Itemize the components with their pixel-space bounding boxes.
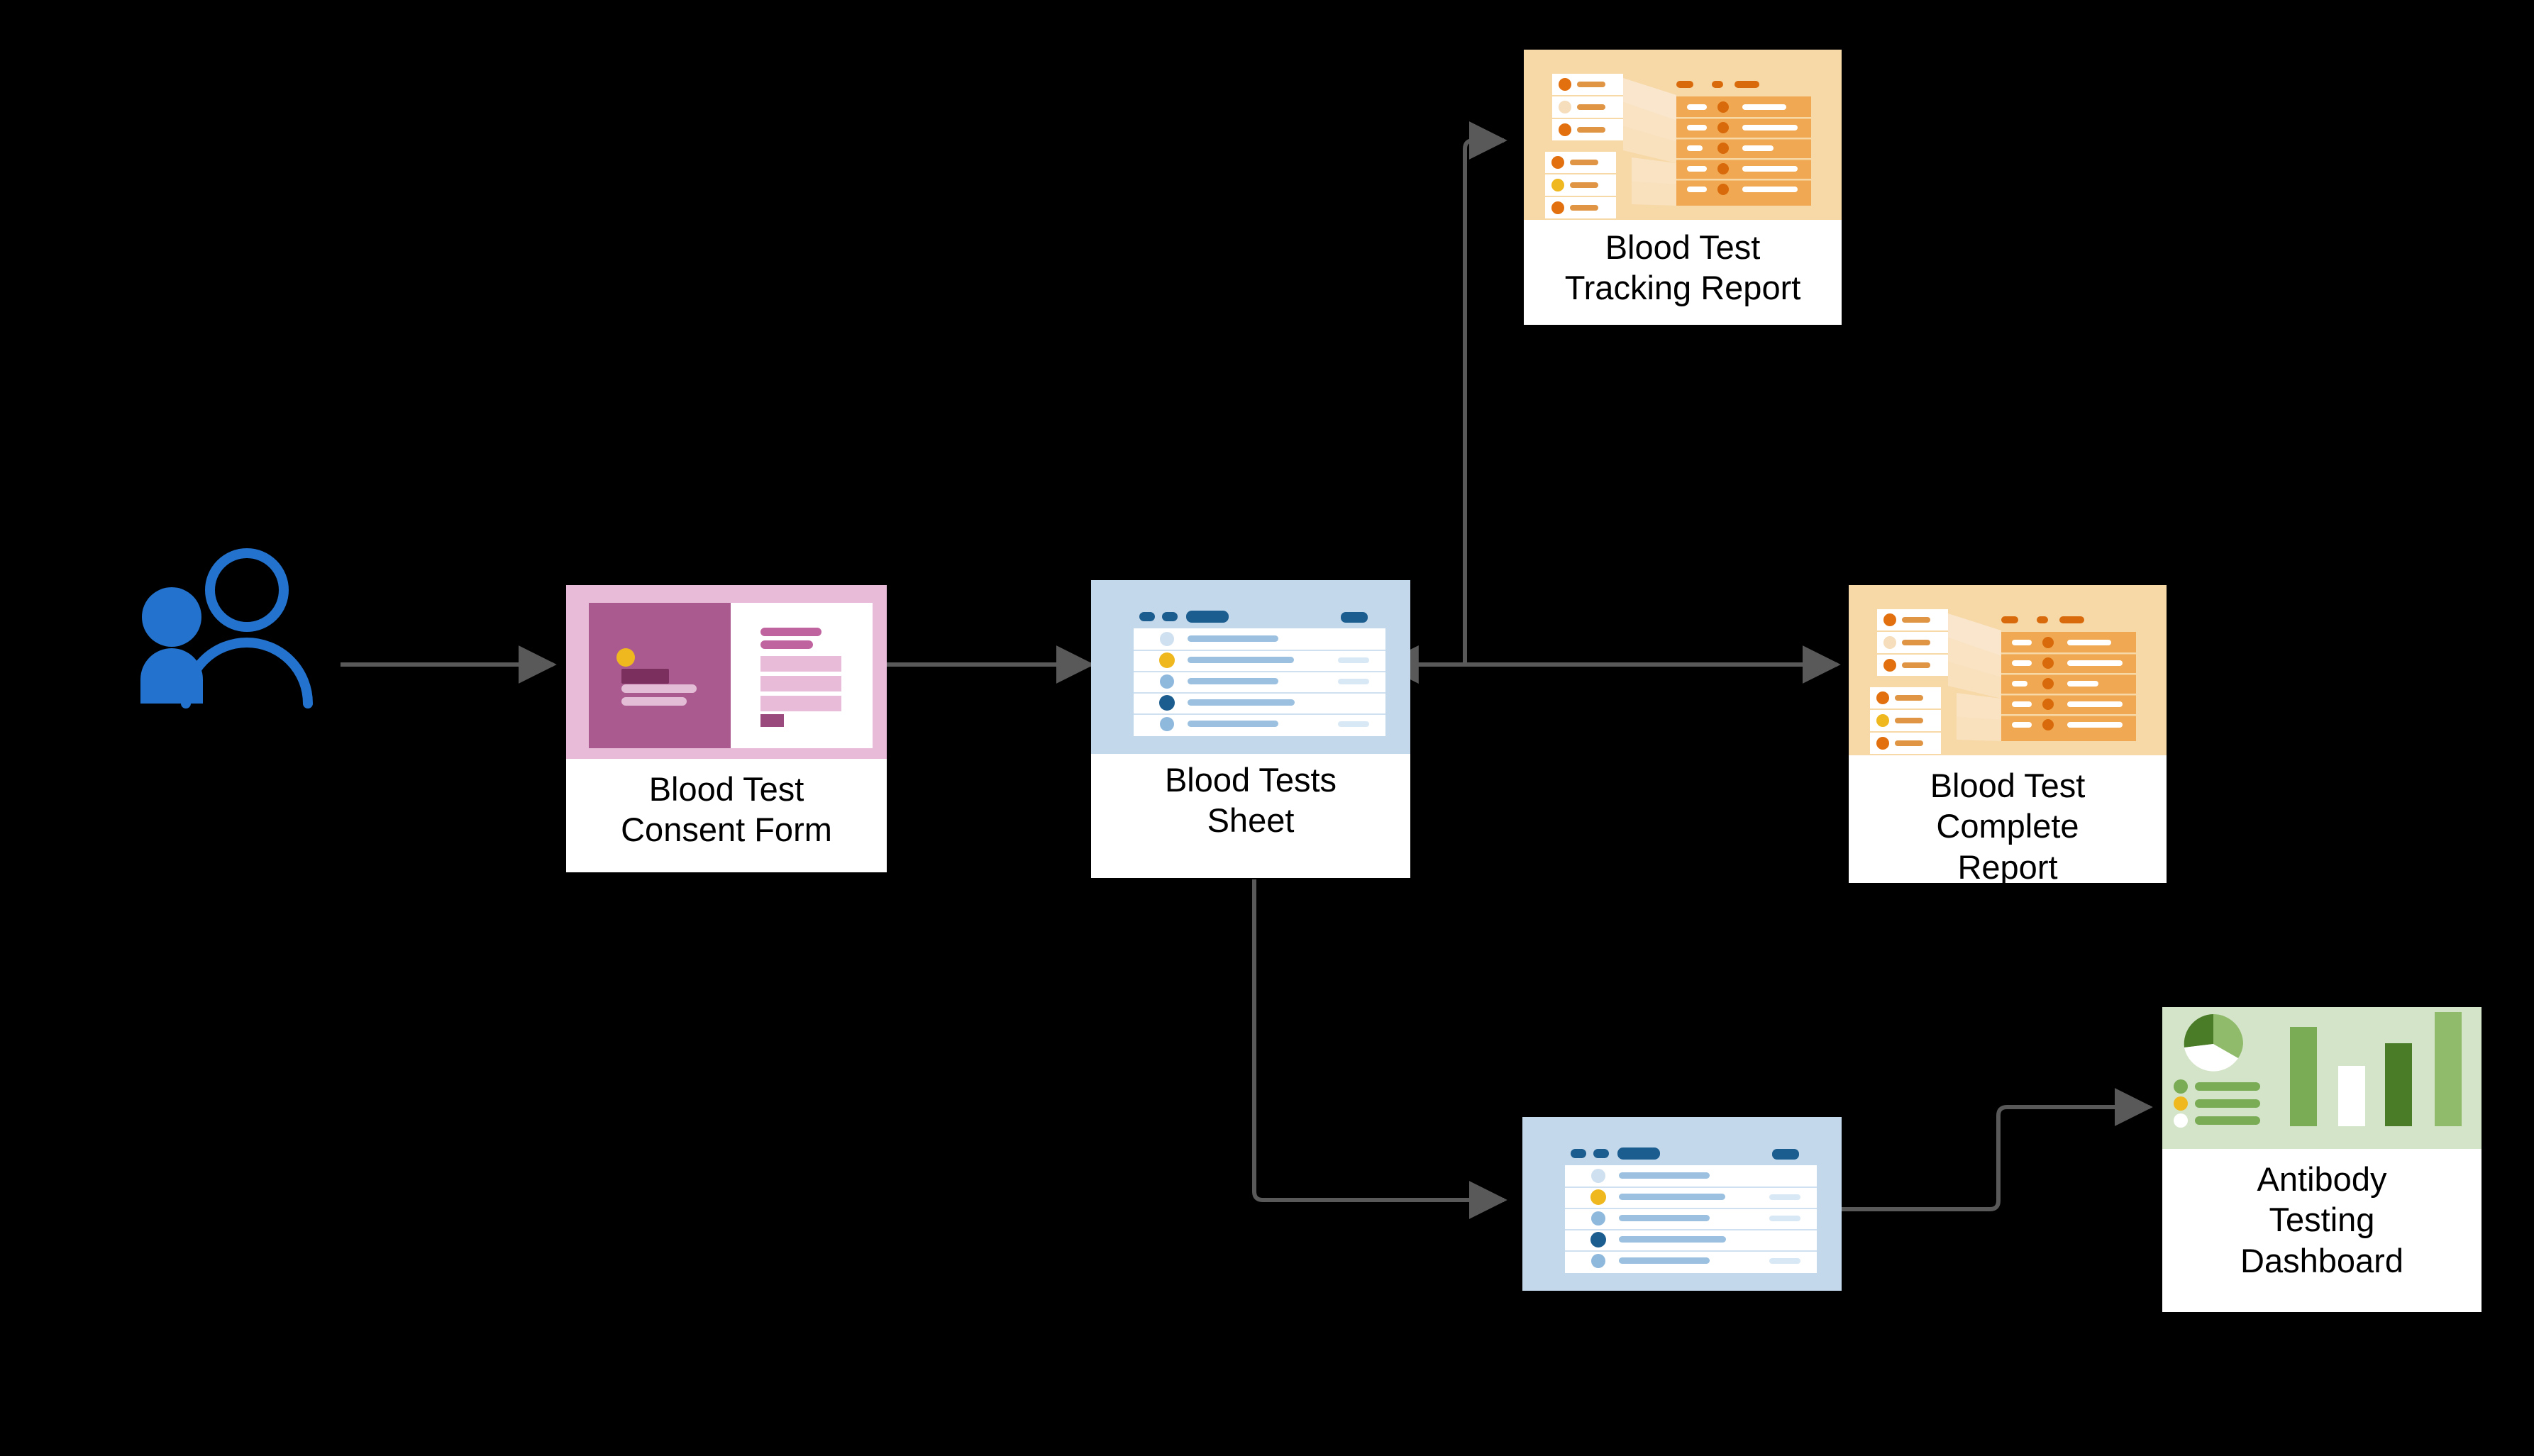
- actor-patient: [128, 546, 341, 723]
- node-complete-report[interactable]: Blood Test Complete Report: [1849, 585, 2167, 883]
- node-tracking-report-label: Blood Test Tracking Report: [1524, 220, 1842, 325]
- diagram-canvas: Blood Test Consent Form Blood Tests Shee…: [0, 0, 2534, 1456]
- node-blood-tests-sheet[interactable]: Blood Tests Sheet: [1091, 580, 1410, 878]
- node-results-sheet[interactable]: [1522, 1117, 1842, 1291]
- node-consent-form[interactable]: Blood Test Consent Form: [566, 585, 887, 883]
- consent-form-document-icon: [566, 585, 887, 759]
- node-blood-tests-sheet-label: Blood Tests Sheet: [1091, 754, 1410, 878]
- blood-tests-sheet-table-icon: [1091, 580, 1410, 754]
- complete-report-icon: [1849, 585, 2167, 755]
- node-tracking-report[interactable]: Blood Test Tracking Report: [1524, 50, 1842, 340]
- node-antibody-dashboard-label: Antibody Testing Dashboard: [2162, 1149, 2482, 1312]
- results-sheet-table-icon: [1522, 1117, 1842, 1291]
- node-antibody-dashboard[interactable]: Antibody Testing Dashboard: [2162, 1007, 2482, 1456]
- node-consent-form-label: Blood Test Consent Form: [566, 759, 887, 872]
- antibody-dashboard-chart-icon: [2162, 1007, 2482, 1149]
- node-complete-report-label: Blood Test Complete Report: [1849, 755, 2167, 883]
- connector-sheet-to-tracking: [1463, 121, 1507, 665]
- two-people-icon: [140, 548, 313, 708]
- tracking-report-icon: [1524, 50, 1842, 220]
- connector-sheet-to-results: [1252, 879, 1507, 1219]
- connector-results-to-dashboard: [1837, 1088, 2153, 1211]
